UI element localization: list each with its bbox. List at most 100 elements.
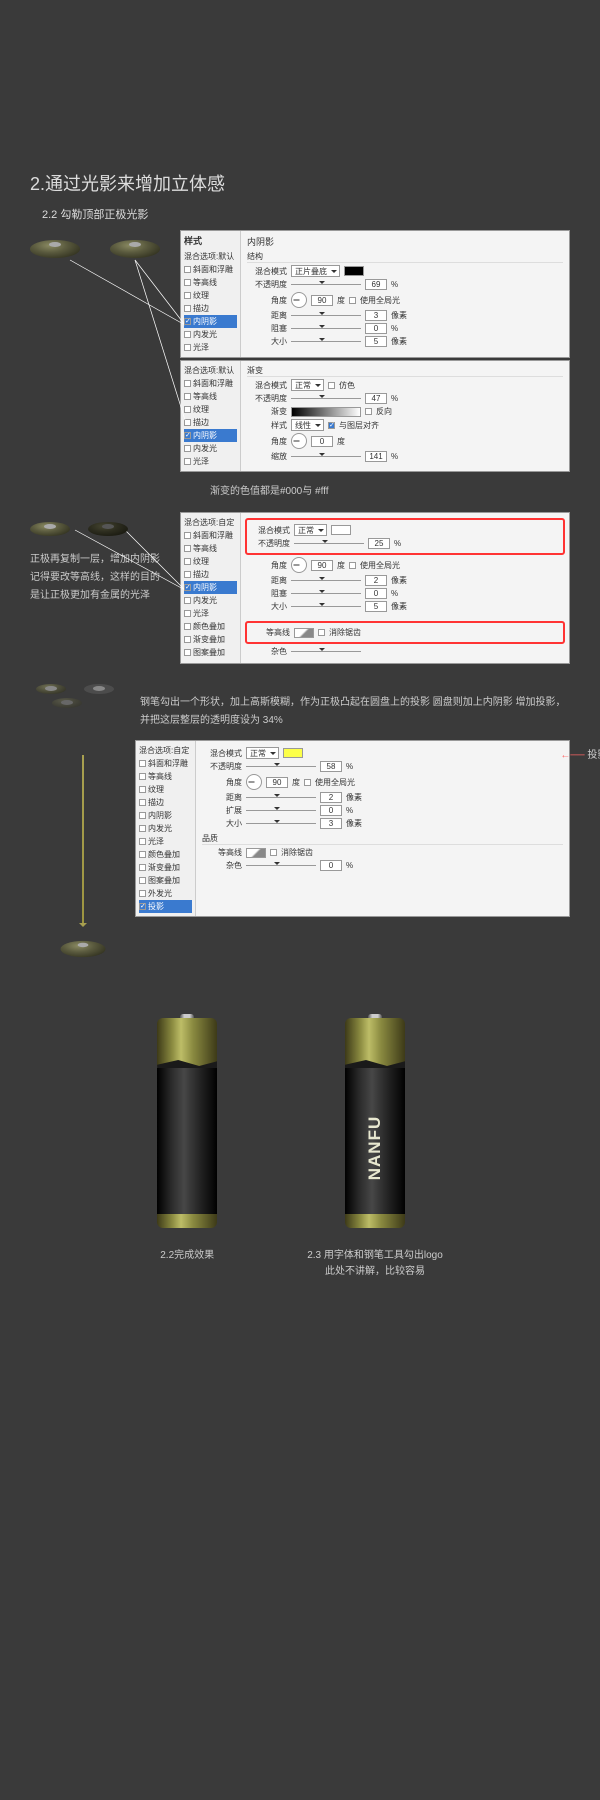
sidebar-item-satin[interactable]: 光泽 [184, 455, 237, 468]
sidebar-item-satin[interactable]: 光泽 [184, 341, 237, 354]
choke-input[interactable]: 0 [365, 323, 387, 334]
sidebar-blend-options[interactable]: 混合选项:自定 [184, 516, 237, 529]
blend-mode-select[interactable]: 正片叠底 [291, 265, 340, 277]
contour-picker[interactable] [246, 848, 266, 858]
sidebar-blend-options[interactable]: 混合选项:自定 [139, 744, 192, 757]
opacity-slider[interactable] [291, 284, 361, 285]
antialias-checkbox[interactable] [270, 849, 277, 856]
size-slider[interactable] [291, 606, 361, 607]
opacity-slider[interactable] [291, 398, 361, 399]
opacity-input[interactable]: 25 [368, 538, 390, 549]
sidebar-item-texture[interactable]: 纹理 [184, 289, 237, 302]
dither-checkbox[interactable] [328, 382, 335, 389]
panel-section: 渐变 [247, 365, 563, 377]
opacity-slider[interactable] [246, 766, 316, 767]
sidebar-item-satin[interactable]: 光泽 [184, 607, 237, 620]
sidebar-blend-options[interactable]: 混合选项:默认 [184, 364, 237, 377]
sidebar-item-inner-shadow[interactable]: 内阴影 [184, 581, 237, 594]
sidebar-item-bevel[interactable]: 斜面和浮雕 [184, 529, 237, 542]
angle-dial[interactable] [291, 292, 307, 308]
sidebar-item-inner-glow[interactable]: 内发光 [139, 822, 192, 835]
angle-dial[interactable] [291, 557, 307, 573]
sidebar-item-pattern-overlay[interactable]: 图案叠加 [139, 874, 192, 887]
blend-mode-select[interactable]: 正常 [294, 524, 327, 536]
sidebar-item-inner-glow[interactable]: 内发光 [184, 594, 237, 607]
sidebar-item-inner-shadow[interactable]: 内阴影 [184, 315, 237, 328]
angle-input[interactable]: 0 [311, 436, 333, 447]
sidebar-item-bevel[interactable]: 斜面和浮雕 [139, 757, 192, 770]
size-input[interactable]: 5 [365, 336, 387, 347]
size-slider[interactable] [246, 823, 316, 824]
choke-input[interactable]: 0 [365, 588, 387, 599]
sidebar-item-contour[interactable]: 等高线 [139, 770, 192, 783]
angle-input[interactable]: 90 [311, 560, 333, 571]
angle-input[interactable]: 90 [311, 295, 333, 306]
distance-slider[interactable] [246, 797, 316, 798]
color-swatch[interactable] [331, 525, 351, 535]
sidebar-item-contour[interactable]: 等高线 [184, 276, 237, 289]
contour-picker[interactable] [294, 628, 314, 638]
scale-input[interactable]: 141 [365, 451, 387, 462]
sidebar-item-gradient-overlay[interactable]: 渐变叠加 [184, 633, 237, 646]
sidebar-item-color-overlay[interactable]: 颜色叠加 [139, 848, 192, 861]
opacity-input[interactable]: 69 [365, 279, 387, 290]
color-swatch[interactable] [344, 266, 364, 276]
spread-input[interactable]: 0 [320, 805, 342, 816]
sidebar-item-satin[interactable]: 光泽 [139, 835, 192, 848]
align-checkbox[interactable] [328, 422, 335, 429]
opacity-input[interactable]: 58 [320, 761, 342, 772]
global-light-checkbox[interactable] [349, 562, 356, 569]
blend-mode-select[interactable]: 正常 [246, 747, 279, 759]
blend-mode-select[interactable]: 正常 [291, 379, 324, 391]
sidebar-item-bevel[interactable]: 斜面和浮雕 [184, 377, 237, 390]
sidebar-item-texture[interactable]: 纹理 [184, 555, 237, 568]
angle-input[interactable]: 90 [266, 777, 288, 788]
color-swatch[interactable] [283, 748, 303, 758]
sidebar-item-outer-glow[interactable]: 外发光 [139, 887, 192, 900]
sidebar-item-stroke[interactable]: 描边 [139, 796, 192, 809]
sidebar-item-stroke[interactable]: 描边 [184, 302, 237, 315]
sidebar-item-texture[interactable]: 纹理 [184, 403, 237, 416]
sidebar-item-gradient-overlay[interactable]: 渐变叠加 [139, 861, 192, 874]
sidebar-item-drop-shadow[interactable]: 投影 [139, 900, 192, 913]
scale-slider[interactable] [291, 456, 361, 457]
distance-input[interactable]: 3 [365, 310, 387, 321]
distance-slider[interactable] [291, 580, 361, 581]
opacity-slider[interactable] [294, 543, 364, 544]
sidebar-item-pattern-overlay[interactable]: 图案叠加 [184, 646, 237, 659]
sidebar-item-bevel[interactable]: 斜面和浮雕 [184, 263, 237, 276]
choke-slider[interactable] [291, 328, 361, 329]
global-light-checkbox[interactable] [304, 779, 311, 786]
size-input[interactable]: 5 [365, 601, 387, 612]
reverse-checkbox[interactable] [365, 408, 372, 415]
sidebar-item-contour[interactable]: 等高线 [184, 542, 237, 555]
spread-slider[interactable] [246, 810, 316, 811]
size-input[interactable]: 3 [320, 818, 342, 829]
opacity-input[interactable]: 47 [365, 393, 387, 404]
sidebar-item-inner-glow[interactable]: 内发光 [184, 442, 237, 455]
noise-slider[interactable] [291, 651, 361, 652]
distance-input[interactable]: 2 [320, 792, 342, 803]
sidebar-item-texture[interactable]: 纹理 [139, 783, 192, 796]
angle-dial[interactable] [246, 774, 262, 790]
sidebar-item-contour[interactable]: 等高线 [184, 390, 237, 403]
sidebar-item-inner-glow[interactable]: 内发光 [184, 328, 237, 341]
noise-slider[interactable] [246, 865, 316, 866]
choke-slider[interactable] [291, 593, 361, 594]
blur-shape [84, 684, 114, 694]
noise-input[interactable]: 0 [320, 860, 342, 871]
distance-slider[interactable] [291, 315, 361, 316]
size-slider[interactable] [291, 341, 361, 342]
sidebar-item-inner-shadow[interactable]: 内阴影 [184, 429, 237, 442]
global-light-checkbox[interactable] [349, 297, 356, 304]
distance-input[interactable]: 2 [365, 575, 387, 586]
sidebar-item-color-overlay[interactable]: 颜色叠加 [184, 620, 237, 633]
gradient-swatch[interactable] [291, 407, 361, 417]
sidebar-item-stroke[interactable]: 描边 [184, 416, 237, 429]
antialias-checkbox[interactable] [318, 629, 325, 636]
angle-dial[interactable] [291, 433, 307, 449]
sidebar-item-stroke[interactable]: 描边 [184, 568, 237, 581]
style-select[interactable]: 线性 [291, 419, 324, 431]
sidebar-item-inner-shadow[interactable]: 内阴影 [139, 809, 192, 822]
sidebar-blend-options[interactable]: 混合选项:默认 [184, 250, 237, 263]
